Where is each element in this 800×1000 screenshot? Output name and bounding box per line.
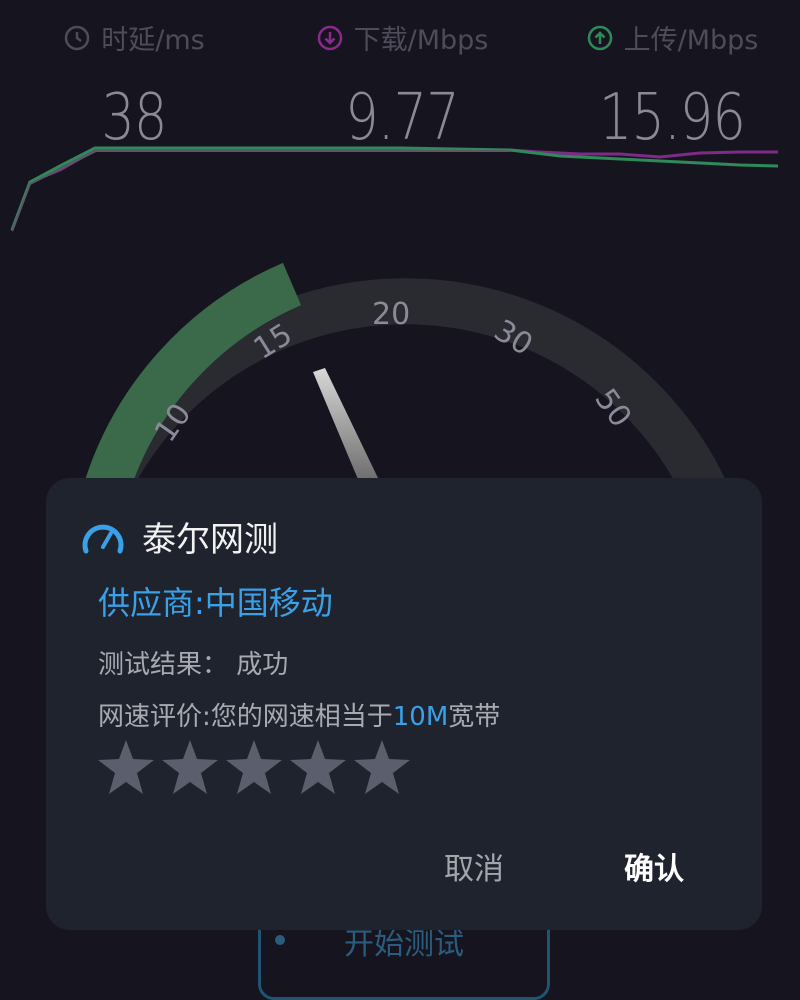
test-result-text: 测试结果： 成功 [98,650,289,680]
gauge-needle [313,368,378,484]
gauge-tick-20: 20 [372,297,410,332]
star-icon [162,740,218,794]
speed-rating-text: 网速评价:您的网速相当于10M宽带 [98,696,500,733]
download-label: 下载/Mbps [353,25,489,56]
latency-label: 时延/ms [101,25,205,56]
star-icon [354,740,410,794]
result-dialog: 泰尔网测 供应商:中国移动 测试结果： 成功 网速评价:您的网速相当于10M宽带… [46,478,762,930]
star-icon [290,740,346,794]
upload-label: 上传/Mbps [623,25,759,56]
upload-icon [587,25,612,50]
button-dot [275,935,285,945]
rating-bandwidth: 10M [392,702,449,732]
speed-gauge: 10 15 20 30 50 [84,262,726,500]
download-icon [317,25,342,50]
speedometer-icon [82,524,124,553]
confirm-button[interactable]: 确认 [616,840,692,892]
star-rating [96,738,412,796]
star-icon [226,740,282,794]
rating-prefix: 网速评价:您的网速相当于 [98,702,393,732]
cancel-button[interactable]: 取消 [436,840,512,892]
dialog-title: 泰尔网测 [142,520,278,560]
upload-trace [10,146,779,231]
rating-suffix: 宽带 [448,702,501,732]
speed-history-graph [10,146,779,232]
star-icon [98,740,154,794]
provider-text: 供应商:中国移动 [98,584,333,622]
dialog-header: 泰尔网测 [80,512,278,561]
start-test-label: 开始测试 [344,927,464,962]
latency-trace [11,150,510,232]
clock-icon [65,25,90,50]
